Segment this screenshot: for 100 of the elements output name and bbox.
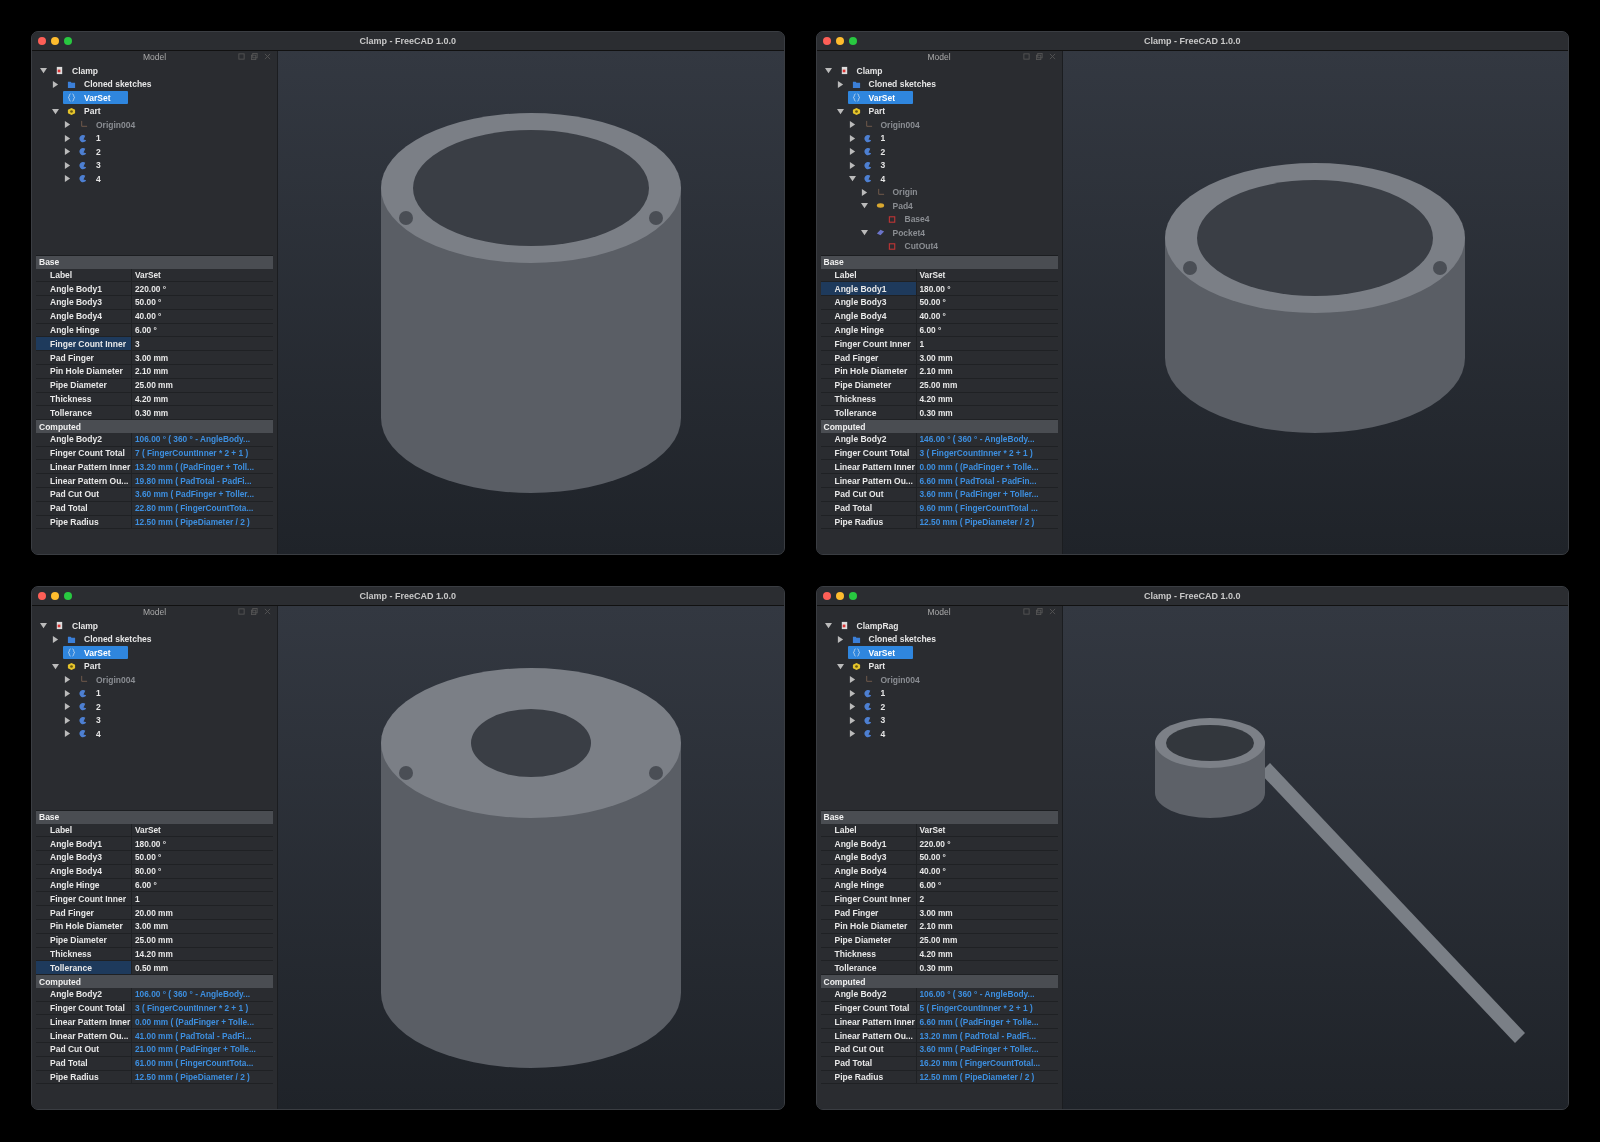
property-name[interactable]: Pad Finger: [36, 906, 132, 920]
property-name[interactable]: Angle Body1: [820, 837, 917, 851]
property-expression[interactable]: 16.20 mm ( FingerCountTotal...: [916, 1056, 1058, 1070]
property-expression[interactable]: 61.00 mm ( FingerCountTota...: [132, 1056, 273, 1070]
collapse-arrow-icon[interactable]: [824, 67, 832, 75]
property-value[interactable]: 6.00 °: [916, 878, 1058, 892]
collapse-arrow-icon[interactable]: [836, 662, 844, 670]
property-name[interactable]: Linear Pattern Inner: [820, 1015, 917, 1029]
tree-item[interactable]: Part: [847, 104, 904, 118]
property-expression[interactable]: 12.50 mm ( PipeDiameter / 2 ): [916, 515, 1058, 529]
property-value[interactable]: 80.00 °: [132, 864, 273, 878]
property-expression[interactable]: 12.50 mm ( PipeDiameter / 2 ): [132, 1070, 273, 1084]
expand-arrow-icon[interactable]: [64, 689, 71, 697]
minimize-button[interactable]: [51, 592, 59, 600]
property-name[interactable]: Thickness: [820, 392, 917, 406]
property-name[interactable]: Angle Hinge: [820, 878, 917, 892]
property-name[interactable]: Pad Total: [36, 501, 132, 515]
3d-viewport[interactable]: [1062, 606, 1568, 1109]
property-value[interactable]: 2: [916, 892, 1058, 906]
property-name[interactable]: Pad Cut Out: [36, 487, 132, 501]
expand-arrow-icon[interactable]: [64, 134, 71, 142]
expand-arrow-icon[interactable]: [848, 121, 856, 129]
property-name[interactable]: Pipe Diameter: [820, 378, 917, 392]
expand-arrow-icon[interactable]: [64, 175, 71, 183]
property-expression[interactable]: 3 ( FingerCountInner * 2 + 1 ): [916, 446, 1058, 460]
property-value[interactable]: 50.00 °: [916, 851, 1058, 864]
property-name[interactable]: Angle Body2: [820, 987, 917, 1001]
property-value[interactable]: 180.00 °: [916, 282, 1058, 296]
property-name[interactable]: Pad Cut Out: [36, 1042, 132, 1056]
property-name[interactable]: Linear Pattern Inner: [36, 460, 132, 474]
zoom-button[interactable]: [848, 37, 857, 45]
property-name[interactable]: Pad Cut Out: [820, 1042, 917, 1056]
expand-arrow-icon[interactable]: [52, 635, 59, 643]
tree-item[interactable]: 1: [75, 686, 119, 700]
property-name[interactable]: Pipe Radius: [820, 515, 917, 529]
property-value[interactable]: 6.00 °: [132, 878, 273, 892]
expand-arrow-icon[interactable]: [848, 730, 856, 738]
property-value[interactable]: 25.00 mm: [916, 933, 1058, 947]
property-value[interactable]: 3.00 mm: [132, 920, 273, 933]
tree-item[interactable]: Clamp: [51, 619, 116, 633]
property-name[interactable]: Angle Body3: [820, 851, 917, 864]
property-value[interactable]: 2.10 mm: [132, 365, 273, 378]
property-name[interactable]: Pad Total: [36, 1056, 132, 1070]
expand-arrow-icon[interactable]: [848, 703, 856, 711]
expand-arrow-icon[interactable]: [848, 676, 856, 684]
property-expression[interactable]: 5 ( FingerCountInner * 2 + 1 ): [916, 1001, 1058, 1015]
property-expression[interactable]: 13.20 mm ( (PadFinger + Toll...: [132, 460, 273, 474]
property-value[interactable]: 20.00 mm: [132, 906, 273, 920]
expand-arrow-icon[interactable]: [64, 730, 71, 738]
zoom-button[interactable]: [848, 592, 857, 600]
property-name[interactable]: Pipe Diameter: [36, 378, 132, 392]
property-name[interactable]: Pin Hole Diameter: [36, 920, 132, 933]
property-expression[interactable]: 3.60 mm ( PadFinger + Toller...: [916, 1042, 1058, 1056]
property-value[interactable]: 0.30 mm: [132, 406, 273, 420]
property-name[interactable]: Angle Body3: [820, 296, 917, 309]
collapse-arrow-icon[interactable]: [40, 67, 47, 75]
property-name[interactable]: Tollerance: [820, 406, 917, 420]
property-value[interactable]: 50.00 °: [916, 296, 1058, 309]
property-expression[interactable]: 6.60 mm ( PadTotal - PadFin...: [916, 474, 1058, 487]
property-name[interactable]: Angle Body2: [36, 987, 132, 1001]
property-name[interactable]: Label: [36, 268, 132, 282]
property-expression[interactable]: 12.50 mm ( PipeDiameter / 2 ): [132, 515, 273, 529]
property-name[interactable]: Finger Count Total: [36, 446, 132, 460]
property-expression[interactable]: 0.00 mm ( (PadFinger + Tolle...: [132, 1015, 273, 1029]
property-name[interactable]: Pipe Radius: [36, 1070, 132, 1084]
expand-arrow-icon[interactable]: [52, 80, 59, 88]
collapse-arrow-icon[interactable]: [52, 107, 59, 115]
property-value[interactable]: 3.00 mm: [916, 906, 1058, 920]
property-name[interactable]: Linear Pattern Ou...: [36, 1029, 132, 1042]
property-expression[interactable]: 3.60 mm ( PadFinger + Toller...: [132, 487, 273, 501]
property-expression[interactable]: 21.00 mm ( PadFinger + Tolle...: [132, 1042, 273, 1056]
tree-item[interactable]: 3: [75, 158, 119, 172]
property-name[interactable]: Angle Body2: [820, 432, 917, 446]
expand-arrow-icon[interactable]: [848, 134, 856, 142]
property-name[interactable]: Pin Hole Diameter: [36, 365, 132, 378]
tree-item[interactable]: Base4: [883, 212, 948, 226]
tree-item[interactable]: Cloned sketches: [847, 632, 955, 646]
zoom-button[interactable]: [64, 592, 72, 600]
property-name[interactable]: Thickness: [36, 947, 132, 961]
property-name[interactable]: Finger Count Inner: [36, 337, 132, 351]
property-name[interactable]: Pad Finger: [36, 351, 132, 365]
property-name[interactable]: Tollerance: [36, 961, 132, 975]
tree-item[interactable]: Origin004: [859, 673, 938, 687]
expand-arrow-icon[interactable]: [848, 161, 856, 169]
property-expression[interactable]: 3.60 mm ( PadFinger + Toller...: [916, 487, 1058, 501]
expand-arrow-icon[interactable]: [848, 716, 856, 724]
property-value[interactable]: 2.10 mm: [916, 365, 1058, 378]
property-name[interactable]: Angle Hinge: [36, 878, 132, 892]
tree-item[interactable]: 2: [75, 700, 119, 714]
tree-item[interactable]: Clamp: [51, 64, 116, 78]
property-value[interactable]: 3: [132, 337, 273, 351]
tree-item[interactable]: 2: [75, 145, 119, 159]
tree-item[interactable]: 4: [859, 172, 904, 186]
collapse-arrow-icon[interactable]: [860, 229, 868, 237]
expand-arrow-icon[interactable]: [860, 188, 868, 196]
property-value[interactable]: 4.20 mm: [916, 947, 1058, 961]
property-expression[interactable]: 7 ( FingerCountInner * 2 + 1 ): [132, 446, 273, 460]
tree-item[interactable]: Part: [63, 104, 119, 118]
property-name[interactable]: Linear Pattern Inner: [820, 460, 917, 474]
property-name[interactable]: Finger Count Total: [820, 446, 917, 460]
